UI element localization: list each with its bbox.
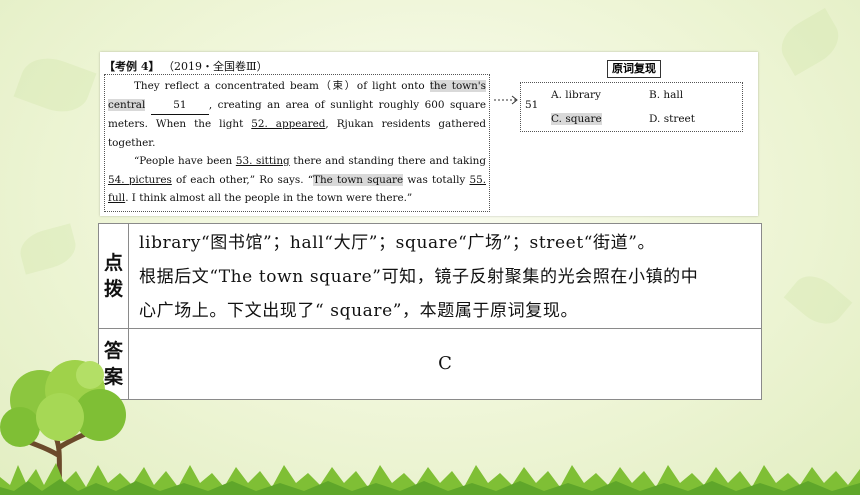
explanation-line-3: 心广场上。下文出现了“ square”，本题属于原词复现。 <box>139 301 579 321</box>
passage-text: “People have been <box>134 155 236 167</box>
exam-source: （2019・全国卷Ⅲ） <box>162 60 268 73</box>
question-header: 【考例 4】 （2019・全国卷Ⅲ） <box>104 58 268 74</box>
passage-paragraph-2: “People have been 53. sitting there and … <box>108 152 486 208</box>
answer-row: 答 案 C <box>99 328 761 399</box>
options-box: 51 A. library B. hall C. square D. stree… <box>520 82 743 132</box>
explanation-row: 点 拨 library“图书馆”；hall“大厅”；square“广场”；str… <box>99 224 761 329</box>
passage-paragraph-1: They reflect a concentrated beam（束）of li… <box>108 77 486 152</box>
review-title: 原词复现 <box>607 60 661 78</box>
passage-text: of each other,” Ro says. “ <box>171 173 314 186</box>
explanation-line-1: library“图书馆”；hall“大厅”；square“广场”；street“… <box>139 233 656 253</box>
explanation-text: library“图书馆”；hall“大厅”；square“广场”；street“… <box>139 226 753 328</box>
passage-text: . I think almost all the people in the t… <box>125 192 413 204</box>
label-char: 点 <box>103 252 123 274</box>
passage-text: They reflect a concentrated beam（束）of li… <box>134 80 430 92</box>
option-a: A. library <box>551 89 601 101</box>
option-b: B. hall <box>649 89 684 101</box>
passage-text: there and standing there and taking <box>289 155 486 167</box>
blank-51: 51 <box>150 96 209 115</box>
background-leaf <box>783 266 853 334</box>
passage-text: was totally <box>403 173 470 186</box>
connector-arrow-icon <box>494 95 518 105</box>
blank-54: 54. pictures <box>108 173 172 186</box>
option-d: D. street <box>649 113 695 125</box>
question-number: 51 <box>525 99 539 111</box>
blank-52: 52. appeared <box>251 118 326 130</box>
passage: They reflect a concentrated beam（束）of li… <box>104 74 490 212</box>
background-leaf <box>16 223 80 275</box>
background-leaf <box>13 49 97 121</box>
explanation-line-2: 根据后文“The town square”可知，镜子反射聚集的光会照在小镇的中 <box>139 267 699 287</box>
explanation-table: 点 拨 library“图书馆”；hall“大厅”；square“广场”；str… <box>98 223 762 400</box>
row-label-tip: 点 拨 <box>99 224 129 328</box>
answer-value: C <box>438 353 452 374</box>
grass-decoration-icon <box>0 463 860 495</box>
option-c: C. square <box>551 113 602 125</box>
label-char: 拨 <box>103 278 123 300</box>
blank-53: 53. sitting <box>235 155 290 167</box>
example-label: 【考例 4】 <box>104 60 160 73</box>
background-leaf <box>773 7 847 77</box>
highlight-town-square: The town square <box>313 173 404 186</box>
question-card: 【考例 4】 （2019・全国卷Ⅲ） They reflect a concen… <box>100 52 758 216</box>
